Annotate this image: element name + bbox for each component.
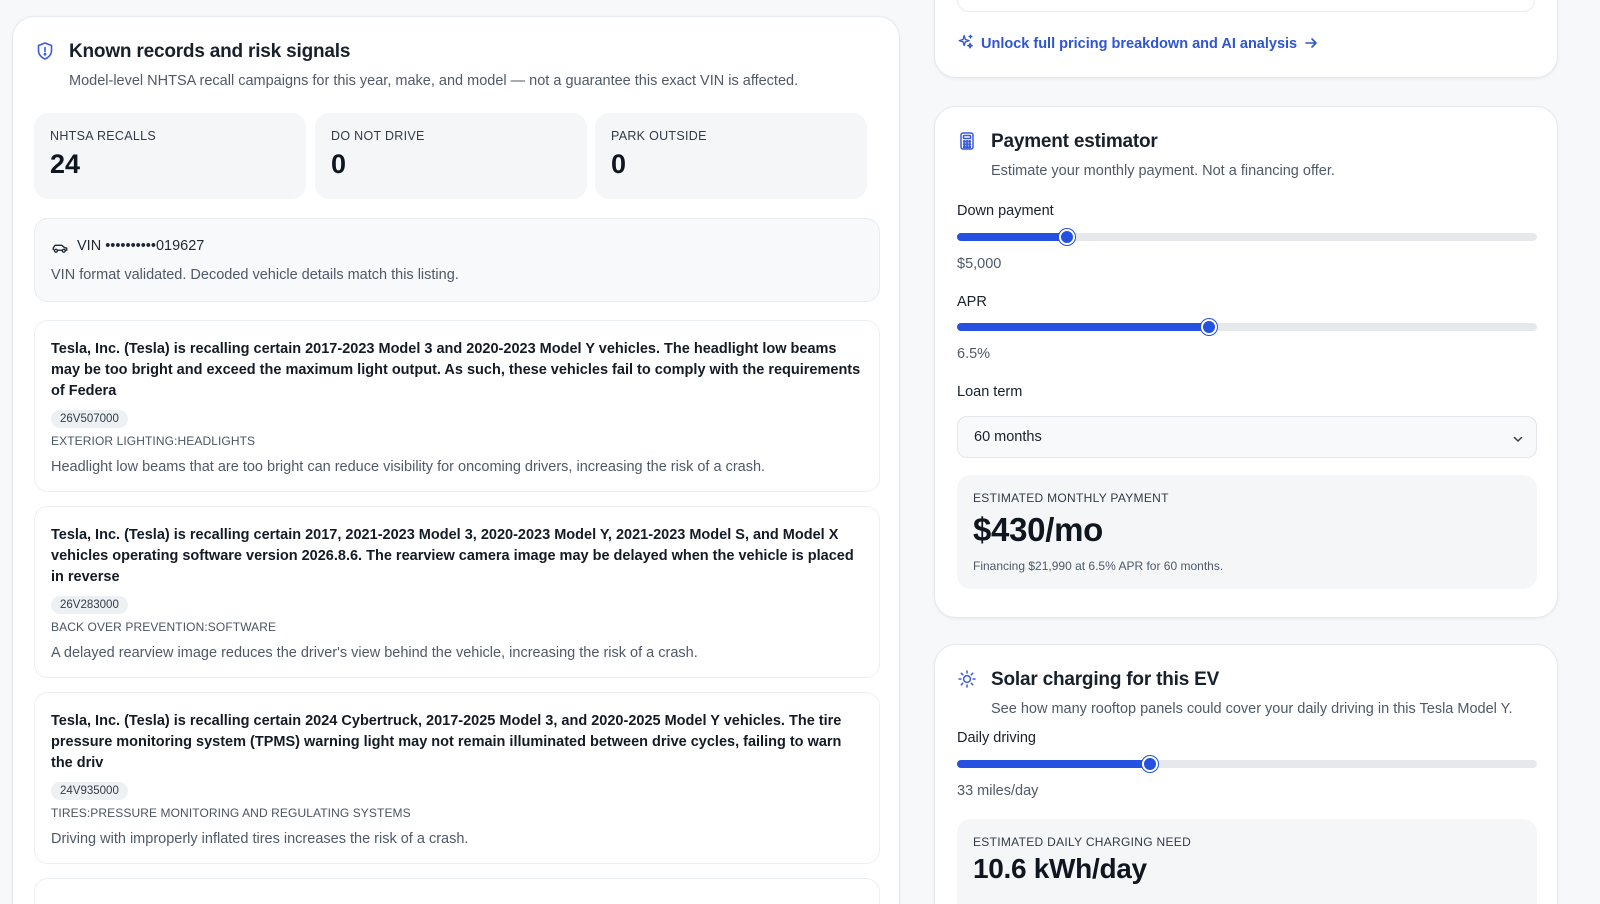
slider-thumb[interactable] <box>1142 756 1159 772</box>
car-icon <box>51 239 69 257</box>
shield-icon <box>35 41 55 61</box>
recall-summary: Tesla, Inc. (Tesla) is recalling certain… <box>51 527 854 585</box>
arrow-right-icon <box>1303 35 1319 51</box>
sun-icon <box>957 669 977 689</box>
daily-driving-value: 33 miles/day <box>957 783 1039 799</box>
monthly-payment-value: $430/mo <box>973 511 1103 548</box>
loan-term-value: 60 months <box>974 429 1042 445</box>
solar-subtitle: See how many rooftop panels could cover … <box>991 701 1513 717</box>
recall-component: EXTERIOR LIGHTING:HEADLIGHTS <box>51 434 256 448</box>
records-card: Known records and risk signals Model-lev… <box>12 16 900 904</box>
payment-title: Payment estimator <box>991 131 1158 152</box>
recall-campaign-badge: 26V507000 <box>51 410 128 428</box>
stat-value: 24 <box>50 149 81 179</box>
unlock-label: Unlock full pricing breakdown and AI ana… <box>981 36 1298 52</box>
records-subtitle: Model-level NHTSA recall campaigns for t… <box>69 73 799 89</box>
monthly-payment-note: Financing $21,990 at 6.5% APR for 60 mon… <box>973 559 1224 573</box>
apr-slider[interactable] <box>957 319 1537 335</box>
down-payment-label: Down payment <box>957 203 1054 219</box>
stat-value: 0 <box>331 149 347 179</box>
daily-driving-label: Daily driving <box>957 730 1036 746</box>
down-payment-slider[interactable] <box>957 229 1537 245</box>
payment-subtitle: Estimate your monthly payment. Not a fin… <box>991 163 1335 179</box>
calculator-icon <box>957 131 977 151</box>
records-title: Known records and risk signals <box>69 41 351 62</box>
recall-campaign-badge: 26V283000 <box>51 596 128 614</box>
stat-nhtsa-recalls: NHTSA RECALLS 24 <box>34 113 306 199</box>
daily-driving-slider[interactable] <box>957 756 1537 772</box>
payment-estimator-card: Payment estimator Estimate your monthly … <box>934 106 1558 618</box>
recall-summary: Tesla, Inc. (Tesla) is recalling certain… <box>51 341 861 399</box>
recall-component: BACK OVER PREVENTION:SOFTWARE <box>51 620 277 634</box>
slider-fill <box>957 233 1068 241</box>
stat-park-outside: PARK OUTSIDE 0 <box>595 113 867 199</box>
recall-item: Tesla, Inc. (Tesla) is recalling certain… <box>34 506 880 678</box>
loan-term-label: Loan term <box>957 384 1023 400</box>
stat-do-not-drive: DO NOT DRIVE 0 <box>315 113 587 199</box>
slider-fill <box>957 323 1210 331</box>
stat-label: NHTSA RECALLS <box>50 129 157 143</box>
recall-component: TIRES:PRESSURE MONITORING AND REGULATING… <box>51 806 411 820</box>
unlock-analysis-link[interactable]: Unlock full pricing breakdown and AI ana… <box>957 33 1319 52</box>
recall-consequence: Headlight low beams that are too bright … <box>51 459 766 475</box>
recall-item <box>34 878 880 904</box>
stat-value: 0 <box>611 149 627 179</box>
monthly-payment-label: ESTIMATED MONTHLY PAYMENT <box>973 491 1169 505</box>
slider-thumb[interactable] <box>1201 319 1218 335</box>
down-payment-value: $5,000 <box>957 256 1002 272</box>
pricing-card: Unlock full pricing breakdown and AI ana… <box>934 0 1558 78</box>
recall-summary: Tesla, Inc. (Tesla) is recalling certain… <box>51 713 842 771</box>
vin-panel: VIN ••••••••••019627 VIN format validate… <box>34 218 880 302</box>
recall-consequence: A delayed rearview image reduces the dri… <box>51 645 698 661</box>
recall-consequence: Driving with improperly inflated tires i… <box>51 831 469 847</box>
apr-value: 6.5% <box>957 346 991 362</box>
charging-need-label: ESTIMATED DAILY CHARGING NEED <box>973 835 1192 849</box>
solar-charging-card: Solar charging for this EV See how many … <box>934 644 1558 904</box>
solar-title: Solar charging for this EV <box>991 669 1220 690</box>
recall-campaign-badge: 24V935000 <box>51 782 128 800</box>
monthly-payment-panel: ESTIMATED MONTHLY PAYMENT $430/mo Financ… <box>957 475 1537 589</box>
stat-label: DO NOT DRIVE <box>331 129 425 143</box>
pricing-panel <box>957 0 1535 12</box>
vin-label: VIN ••••••••••019627 <box>77 238 205 254</box>
apr-label: APR <box>957 294 987 310</box>
recall-item: Tesla, Inc. (Tesla) is recalling certain… <box>34 692 880 864</box>
charging-need-value: 10.6 kWh/day <box>973 853 1147 884</box>
vin-note: VIN format validated. Decoded vehicle de… <box>51 267 459 283</box>
charging-need-panel: ESTIMATED DAILY CHARGING NEED 10.6 kWh/d… <box>957 819 1537 904</box>
stat-label: PARK OUTSIDE <box>611 129 707 143</box>
recall-item: Tesla, Inc. (Tesla) is recalling certain… <box>34 320 880 492</box>
chevron-down-icon <box>1512 432 1524 444</box>
sparkles-icon <box>957 33 975 51</box>
slider-thumb[interactable] <box>1059 229 1076 245</box>
loan-term-select[interactable]: 60 months <box>957 416 1537 458</box>
slider-fill <box>957 760 1151 768</box>
